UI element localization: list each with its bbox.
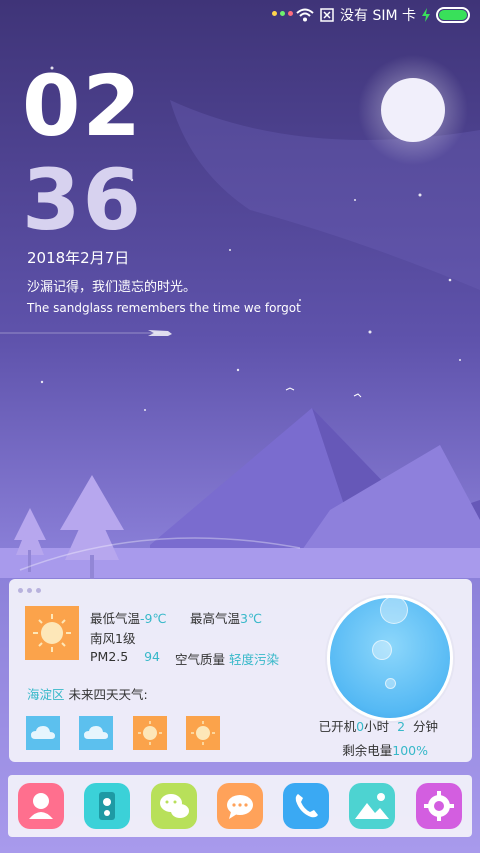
high-temp: 最高气温3℃ <box>190 608 262 627</box>
weather-widget[interactable]: 最低气温-9℃ 最高气温3℃ 南风1级 PM2.5 94 空气质量 轻度污染 海… <box>9 579 472 762</box>
forecast-label: 未来四天天气: <box>68 687 148 702</box>
low-temp-label: 最低气温 <box>90 611 141 626</box>
quote-english: The sandglass remembers the time we forg… <box>27 301 301 315</box>
wechat-app-icon[interactable] <box>151 783 197 829</box>
uptime-hours: 0 <box>356 719 365 734</box>
notification-dots <box>272 11 293 16</box>
phone-app-icon[interactable] <box>283 783 329 829</box>
battery-label: 剩余电量 <box>342 743 393 758</box>
notification-dot <box>272 11 277 16</box>
gallery-app-icon[interactable] <box>349 783 395 829</box>
high-temp-label: 最高气温 <box>190 611 241 626</box>
clock-minute: 36 <box>22 151 143 249</box>
no-sim-icon <box>320 8 334 22</box>
low-temp-value: -9℃ <box>140 611 167 626</box>
forecast-day-4-sunny-icon <box>186 716 220 750</box>
status-bar: 没有 SIM 卡 <box>0 0 480 28</box>
forecast-day-2-cloudy-icon <box>79 716 113 750</box>
quote-chinese: 沙漏记得，我们遗忘的时光。 <box>27 280 197 295</box>
notification-dot <box>280 11 285 16</box>
uptime-minutes-unit: 分钟 <box>412 719 438 734</box>
battery-icon <box>436 7 470 23</box>
battery-fill <box>439 10 467 20</box>
forecast-day-3-sunny-icon <box>133 716 167 750</box>
uptime-text: 已开机0小时 2 分钟 <box>319 716 438 735</box>
forecast-header: 海淀区 未来四天天气: <box>27 684 148 703</box>
date-text: 2018年2月7日 <box>27 249 130 267</box>
clock-hour: 02 <box>22 57 143 155</box>
settings-app-icon[interactable] <box>416 783 462 829</box>
battery-value: 100% <box>392 743 428 758</box>
battery-remaining: 剩余电量100% <box>342 740 428 759</box>
air-quality-value: 轻度污染 <box>229 652 280 667</box>
widget-handle <box>18 588 41 593</box>
low-temp: 最低气温-9℃ <box>90 608 167 627</box>
forecast-day-1-cloudy-icon <box>26 716 60 750</box>
uptime-hours-unit: 小时 <box>364 719 390 734</box>
wifi-icon <box>296 8 314 22</box>
uptime-minutes: 2 <box>397 719 406 734</box>
charging-icon <box>422 8 430 22</box>
district-name: 海淀区 <box>27 687 65 702</box>
moon <box>381 78 445 142</box>
carrier-text: 没有 SIM 卡 <box>340 8 416 24</box>
messages-app-icon[interactable] <box>217 783 263 829</box>
app-dock <box>8 775 472 837</box>
memory-bubble[interactable] <box>327 595 453 721</box>
camera-app-icon[interactable] <box>84 783 130 829</box>
uptime-prefix: 已开机 <box>318 719 357 734</box>
pm25-label: PM2.5 <box>90 649 129 664</box>
pm25: PM2.5 94 <box>90 649 160 664</box>
wind-text: 南风1级 <box>90 631 136 646</box>
air-quality: 空气质量 轻度污染 <box>175 649 279 668</box>
pm25-value: 94 <box>144 649 161 664</box>
notification-dot <box>288 11 293 16</box>
air-quality-label: 空气质量 <box>175 652 226 667</box>
contacts-app-icon[interactable] <box>18 783 64 829</box>
current-weather-sunny-icon <box>25 606 79 660</box>
high-temp-value: 3℃ <box>240 611 263 626</box>
